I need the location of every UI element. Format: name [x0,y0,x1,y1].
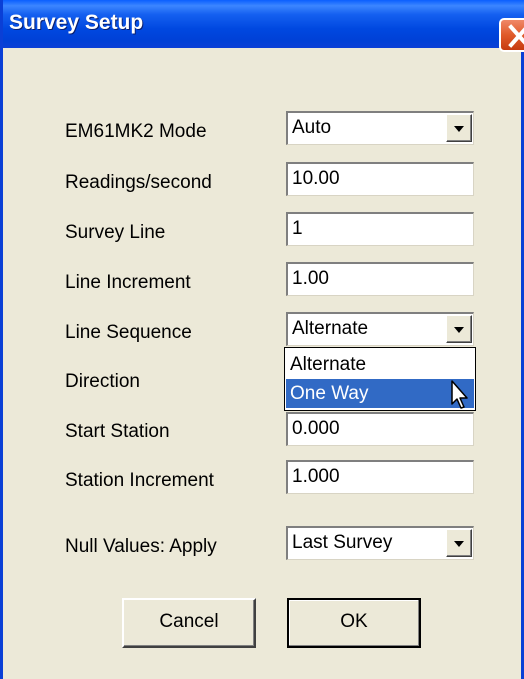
null-values-value: Last Survey [292,532,393,553]
line-increment-label: Line Increment [65,272,191,293]
line-sequence-select[interactable]: Alternate [286,312,474,346]
survey-setup-dialog: Survey Setup EM61MK2 Mode Auto Readings/… [0,0,524,679]
cancel-button[interactable]: Cancel [122,598,256,648]
survey-line-label: Survey Line [65,222,166,243]
close-button[interactable] [499,18,524,52]
survey-line-input[interactable]: 1 [286,212,474,246]
line-increment-input[interactable]: 1.00 [286,262,474,296]
line-sequence-label: Line Sequence [65,322,192,343]
station-increment-input[interactable]: 1.000 [286,460,474,494]
title-bar[interactable]: Survey Setup [3,0,524,52]
null-values-select[interactable]: Last Survey [286,526,474,560]
line-sequence-value: Alternate [292,318,369,339]
mode-value: Auto [292,117,332,138]
line-sequence-dropdown[interactable]: Alternate One Way [284,347,476,411]
chevron-down-icon[interactable] [446,114,472,142]
chevron-down-icon[interactable] [446,529,472,557]
station-increment-label: Station Increment [65,470,214,491]
mouse-cursor-icon [451,380,468,409]
close-icon [508,24,524,48]
mode-select[interactable]: Auto [286,111,474,145]
ok-button[interactable]: OK [287,598,421,648]
window-title: Survey Setup [9,11,144,34]
dropdown-option-alternate[interactable]: Alternate [286,350,474,379]
mode-label: EM61MK2 Mode [65,121,207,142]
start-station-label: Start Station [65,421,170,442]
dropdown-option-one-way[interactable]: One Way [286,379,474,408]
direction-label: Direction [65,371,140,392]
readings-input[interactable]: 10.00 [286,162,474,196]
null-values-label: Null Values: Apply [65,536,217,557]
readings-label: Readings/second [65,172,212,193]
chevron-down-icon[interactable] [446,315,472,343]
start-station-input[interactable]: 0.000 [286,412,474,446]
